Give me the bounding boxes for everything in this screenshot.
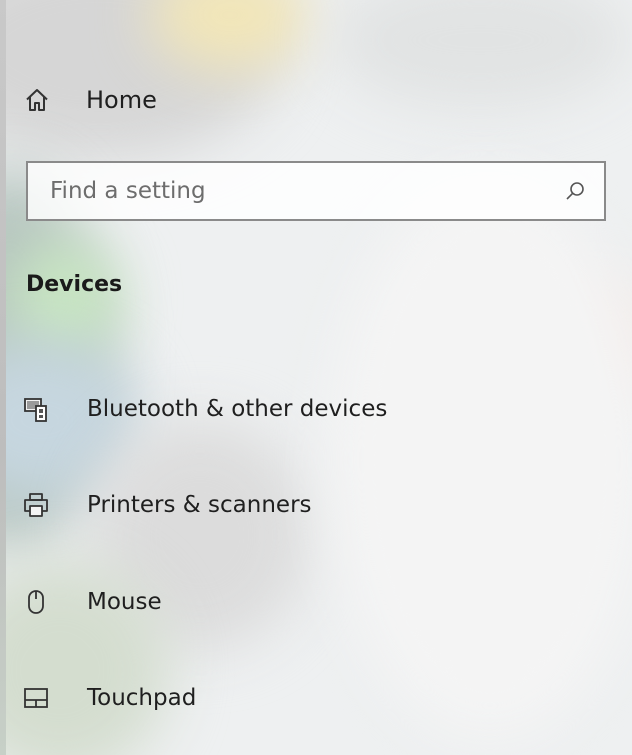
search-input[interactable]: [50, 178, 564, 204]
nav-item-bluetooth[interactable]: Bluetooth & other devices: [0, 380, 620, 438]
nav-item-printers[interactable]: Printers & scanners: [0, 476, 620, 534]
nav-item-touchpad[interactable]: Touchpad: [0, 669, 620, 727]
nav-item-label: Mouse: [87, 589, 162, 615]
nav-item-label: Printers & scanners: [87, 492, 312, 518]
printer-icon: [22, 491, 50, 519]
touchpad-icon: [22, 684, 50, 712]
search-icon[interactable]: [564, 180, 586, 202]
nav-home[interactable]: Home: [24, 78, 157, 122]
home-icon: [24, 87, 50, 113]
settings-nav-pane: Home Devices Bluetooth & other device: [0, 0, 632, 755]
nav-item-mouse[interactable]: Mouse: [0, 573, 620, 631]
section-title: Devices: [26, 272, 123, 297]
search-box: [26, 161, 606, 221]
mouse-icon: [22, 588, 50, 616]
bluetooth-devices-icon: [22, 395, 50, 423]
nav-item-label: Touchpad: [87, 685, 197, 711]
nav-home-label: Home: [86, 86, 157, 114]
nav-item-label: Bluetooth & other devices: [87, 396, 388, 422]
